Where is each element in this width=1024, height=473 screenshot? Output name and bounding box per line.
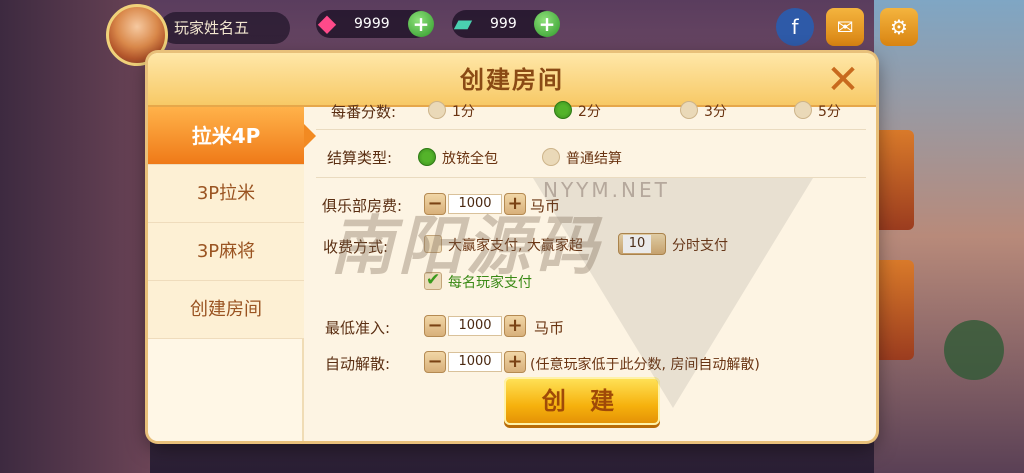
min-entry-stepper: − 1000 + [424, 315, 526, 339]
option-score-2: 2分 [578, 104, 601, 120]
gem-balance: ◆ 9999 + [316, 9, 434, 38]
top-bar: 玩家姓名五 ◆ 9999 + ▰ 999 + f ✉ ⚙ [0, 0, 1024, 66]
radio-score-1[interactable] [428, 101, 446, 119]
card-balance: ▰ 999 + [452, 9, 560, 38]
gem-icon: ◆ [317, 9, 337, 37]
auto-dissolve-increase-button[interactable]: + [504, 351, 526, 373]
tab-mahjong-3p[interactable]: 3P麻将 [148, 223, 304, 281]
auto-dissolve-label: 自动解散: [324, 355, 390, 373]
min-entry-increase-button[interactable]: + [504, 315, 526, 337]
tab-rummy-3p[interactable]: 3P拉米 [148, 165, 304, 223]
player-name: 玩家姓名五 [160, 12, 290, 44]
option-settlement-full: 放铳全包 [442, 151, 498, 167]
add-gems-button[interactable]: + [408, 11, 434, 37]
radio-score-2[interactable] [554, 101, 572, 119]
auto-dissolve-stepper: − 1000 + [424, 351, 526, 375]
watermark-text: 南阳源码 [330, 210, 602, 284]
add-cards-button[interactable]: + [534, 11, 560, 37]
min-entry-decrease-button[interactable]: − [424, 315, 446, 337]
background-right [874, 0, 1024, 473]
radio-settlement-full[interactable] [418, 148, 436, 166]
tab-create-room[interactable]: 创建房间 [148, 281, 304, 339]
radio-score-3[interactable] [680, 101, 698, 119]
row-divider [316, 129, 866, 130]
min-entry-label: 最低准入: [324, 319, 390, 337]
auto-dissolve-value[interactable]: 1000 [448, 352, 502, 372]
radio-settlement-normal[interactable] [542, 148, 560, 166]
mail-icon[interactable]: ✉ [826, 8, 864, 46]
tab-rummy-4p[interactable]: 拉米4P [148, 107, 316, 165]
option-score-1: 1分 [452, 104, 475, 120]
room-card-icon: ▰ [453, 9, 473, 37]
min-entry-value[interactable]: 1000 [448, 316, 502, 336]
option-settlement-normal: 普通结算 [566, 151, 622, 167]
auto-dissolve-decrease-button[interactable]: − [424, 351, 446, 373]
option-score-5: 5分 [818, 104, 841, 120]
card-count: 999 [490, 16, 517, 32]
create-room-dialog: 创建房间 ✕ 拉米4P 3P拉米 3P麻将 创建房间 每番分数: 1分 2分 3… [148, 53, 876, 441]
close-icon[interactable]: ✕ [824, 60, 862, 100]
background-left [0, 0, 150, 473]
dialog-title: 创建房间 [460, 66, 564, 94]
facebook-icon[interactable]: f [776, 8, 814, 46]
background-palm [944, 320, 1004, 380]
option-score-3: 3分 [704, 104, 727, 120]
gear-icon[interactable]: ⚙ [880, 8, 918, 46]
settlement-label: 结算类型: [326, 149, 392, 167]
radio-score-5[interactable] [794, 101, 812, 119]
gem-count: 9999 [354, 16, 390, 32]
game-type-sidebar: 拉米4P 3P拉米 3P麻将 创建房间 [148, 107, 316, 441]
base-score-label: 每番分数: [330, 103, 396, 121]
